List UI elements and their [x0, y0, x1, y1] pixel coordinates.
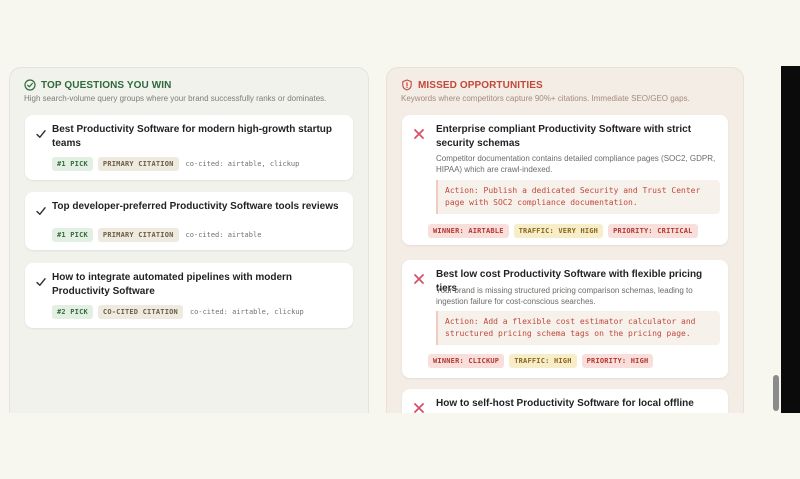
citation-badge: PRIMARY CITATION: [97, 157, 179, 171]
cocited-text: co-cited: airtable, clickup: [185, 160, 300, 168]
citation-badge: CO-CITED CITATION: [97, 305, 183, 319]
missed-description: Competitor documentation contains detail…: [436, 154, 716, 174]
checkmark-icon: [36, 278, 46, 286]
action-recommendation: Action: Add a flexible cost estimator ca…: [436, 311, 720, 345]
rank-badge: #1 PICK: [52, 228, 93, 242]
win-card[interactable]: Top developer-preferred Productivity Sof…: [25, 192, 353, 250]
win-question: Top developer-preferred Productivity Sof…: [52, 201, 339, 212]
checkmark-icon: [36, 207, 46, 215]
winner-badge: WINNER: CLICKUP: [428, 354, 505, 368]
priority-badge: PRIORITY: CRITICAL: [608, 224, 698, 238]
cocited-text: co-cited: airtable: [185, 231, 262, 239]
top-questions-title: TOP QUESTIONS YOU WIN: [41, 79, 172, 91]
traffic-badge: TRAFFIC: VERY HIGH: [513, 224, 604, 238]
missed-card[interactable]: How to self-host Productivity Software f…: [402, 389, 728, 413]
check-circle-icon: [24, 79, 36, 91]
win-card[interactable]: How to integrate automated pipelines wit…: [25, 263, 353, 328]
missed-opportunities-title: MISSED OPPORTUNITIES: [418, 79, 543, 91]
missed-card[interactable]: Best low cost Productivity Software with…: [402, 260, 728, 378]
action-recommendation: Action: Publish a dedicated Security and…: [436, 180, 720, 214]
window-edge-strip: [781, 66, 800, 413]
cocited-text: co-cited: airtable, clickup: [189, 308, 304, 316]
scrollbar-thumb[interactable]: [773, 375, 779, 411]
shield-alert-icon: [402, 79, 412, 91]
missed-opportunities-panel: MISSED OPPORTUNITIES Keywords where comp…: [386, 67, 744, 413]
win-question: How to integrate automated pipelines wit…: [52, 272, 293, 297]
missed-question: How to self-host Productivity Software f…: [436, 398, 694, 409]
rank-badge: #2 PICK: [52, 305, 93, 319]
rank-badge: #1 PICK: [52, 157, 93, 171]
top-questions-header: TOP QUESTIONS YOU WIN: [24, 79, 171, 91]
missed-opportunities-subtitle: Keywords where competitors capture 90%+ …: [401, 94, 690, 103]
citation-badge: PRIMARY CITATION: [97, 228, 179, 242]
top-questions-subtitle: High search-volume query groups where yo…: [24, 94, 327, 103]
traffic-badge: TRAFFIC: HIGH: [509, 354, 577, 368]
x-mark-icon: [414, 403, 424, 413]
missed-description: Your brand is missing structured pricing…: [436, 286, 693, 306]
missed-opportunities-header: MISSED OPPORTUNITIES: [401, 79, 543, 91]
priority-badge: PRIORITY: HIGH: [581, 354, 654, 368]
checkmark-icon: [36, 130, 46, 138]
missed-question: Enterprise compliant Productivity Softwa…: [436, 124, 692, 149]
winner-badge: WINNER: AIRTABLE: [428, 224, 509, 238]
win-card[interactable]: Best Productivity Software for modern hi…: [25, 115, 353, 180]
win-question: Best Productivity Software for modern hi…: [52, 124, 333, 149]
missed-card[interactable]: Enterprise compliant Productivity Softwa…: [402, 115, 728, 245]
x-mark-icon: [414, 129, 424, 139]
x-mark-icon: [414, 274, 424, 284]
top-questions-panel: TOP QUESTIONS YOU WIN High search-volume…: [9, 67, 369, 413]
